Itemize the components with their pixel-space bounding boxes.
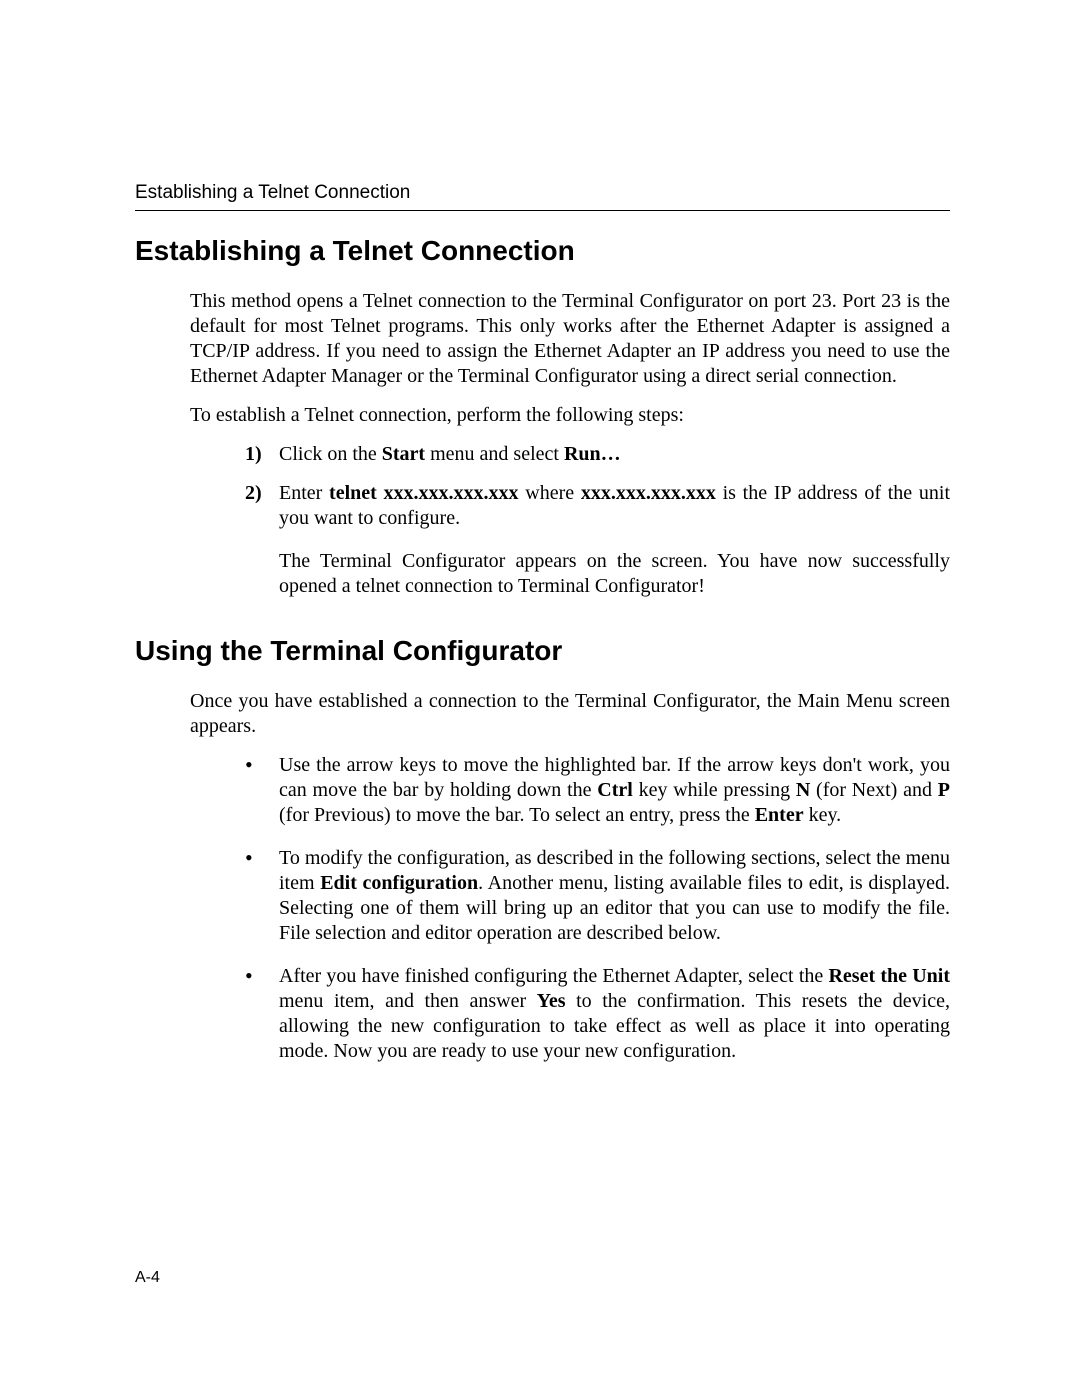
bullet-icon: • (245, 846, 279, 946)
bullet-text: Use the arrow keys to move the highlight… (279, 753, 950, 828)
list-item: • After you have finished configuring th… (245, 964, 950, 1064)
bold-run: telnet xxx.xxx.xxx.xxx (329, 482, 519, 504)
bold-run: Enter (755, 804, 804, 826)
page: Establishing a Telnet Connection Establi… (0, 0, 1080, 1397)
step-result: The Terminal Configurator appears on the… (279, 549, 950, 599)
section2-intro: Once you have established a connection t… (190, 689, 950, 739)
section-heading-telnet: Establishing a Telnet Connection (135, 235, 950, 267)
section1-body: This method opens a Telnet connection to… (190, 289, 950, 599)
text-run: key. (804, 804, 842, 826)
step-text: Click on the Start menu and select Run… (279, 442, 950, 467)
running-header: Establishing a Telnet Connection (135, 182, 950, 204)
bold-run: xxx.xxx.xxx.xxx (581, 482, 716, 504)
bold-run: P (938, 779, 950, 801)
text-run: menu item, and then answer (279, 990, 537, 1012)
bullet-text: After you have finished configuring the … (279, 964, 950, 1064)
text-run: menu and select (425, 443, 564, 465)
bold-run: Edit configuration (320, 872, 478, 894)
text-run: Enter (279, 482, 329, 504)
bold-run: Yes (537, 990, 566, 1012)
section1-lead-in: To establish a Telnet connection, perfor… (190, 403, 950, 428)
text-run: Click on the (279, 443, 382, 465)
bold-run: Reset the Unit (828, 965, 950, 987)
bold-run: Start (382, 443, 425, 465)
list-item: • Use the arrow keys to move the highlig… (245, 753, 950, 828)
bullet-icon: • (245, 964, 279, 1064)
step-item: 1) Click on the Start menu and select Ru… (245, 442, 950, 467)
text-run: key while pressing (633, 779, 796, 801)
bullet-list: • Use the arrow keys to move the highlig… (245, 753, 950, 1064)
header-rule (135, 210, 950, 211)
section1-intro: This method opens a Telnet connection to… (190, 289, 950, 389)
section-heading-terminal: Using the Terminal Configurator (135, 635, 950, 667)
bold-run: N (796, 779, 810, 801)
section2-body: Once you have established a connection t… (190, 689, 950, 1064)
step-number: 1) (245, 442, 279, 467)
bullet-icon: • (245, 753, 279, 828)
bullet-text: To modify the configuration, as describe… (279, 846, 950, 946)
text-run: (for Next) and (810, 779, 937, 801)
step-item: 2) Enter telnet xxx.xxx.xxx.xxx where xx… (245, 481, 950, 531)
step-text: Enter telnet xxx.xxx.xxx.xxx where xxx.x… (279, 481, 950, 531)
step-number: 2) (245, 481, 279, 531)
text-run: (for Previous) to move the bar. To selec… (279, 804, 755, 826)
steps-list: 1) Click on the Start menu and select Ru… (245, 442, 950, 531)
bold-run: Ctrl (597, 779, 633, 801)
text-run: where (519, 482, 581, 504)
text-run: After you have finished configuring the … (279, 965, 828, 987)
list-item: • To modify the configuration, as descri… (245, 846, 950, 946)
bold-run: Run… (564, 443, 621, 465)
page-number: A-4 (135, 1269, 160, 1287)
